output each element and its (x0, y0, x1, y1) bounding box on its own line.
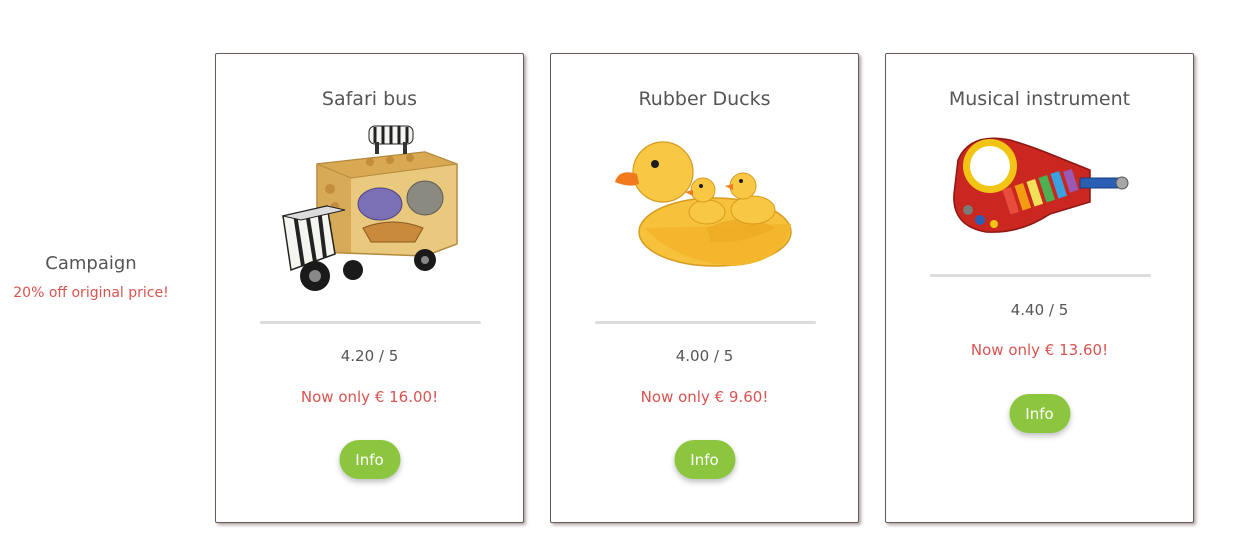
product-rating: 4.00 / 5 (675, 347, 734, 365)
product-title: Rubber Ducks (638, 88, 771, 110)
info-button[interactable]: Info (339, 440, 400, 479)
rubber-ducks-image (614, 141, 792, 267)
toy-guitar-image (952, 137, 1128, 233)
product-card: Safari bus 4.20 / 5 Now only € 16.00! In… (215, 53, 524, 523)
page: Campaign 20% off original price! Safari … (0, 0, 1260, 549)
product-rating: 4.40 / 5 (1010, 301, 1069, 319)
card-divider (595, 321, 816, 324)
product-title: Musical instrument (948, 88, 1131, 110)
card-divider (260, 321, 481, 324)
product-title: Safari bus (321, 88, 418, 110)
product-price: Now only € 16.00! (300, 388, 439, 406)
info-button[interactable]: Info (674, 440, 735, 479)
campaign-block: Campaign 20% off original price! (0, 251, 182, 303)
campaign-discount: 20% off original price! (13, 285, 169, 301)
safari-bus-image (281, 125, 458, 291)
card-divider (930, 274, 1151, 277)
product-price: Now only € 9.60! (640, 388, 769, 406)
product-rating: 4.20 / 5 (340, 347, 399, 365)
product-card: Rubber Ducks 4.00 / 5 Now only € 9.60! I (550, 53, 859, 523)
campaign-title: Campaign (45, 253, 137, 274)
product-card: Musical instrument 4.40 / 5 Now only € 1… (885, 53, 1194, 523)
info-button[interactable]: Info (1009, 394, 1070, 433)
product-price: Now only € 13.60! (970, 341, 1109, 359)
